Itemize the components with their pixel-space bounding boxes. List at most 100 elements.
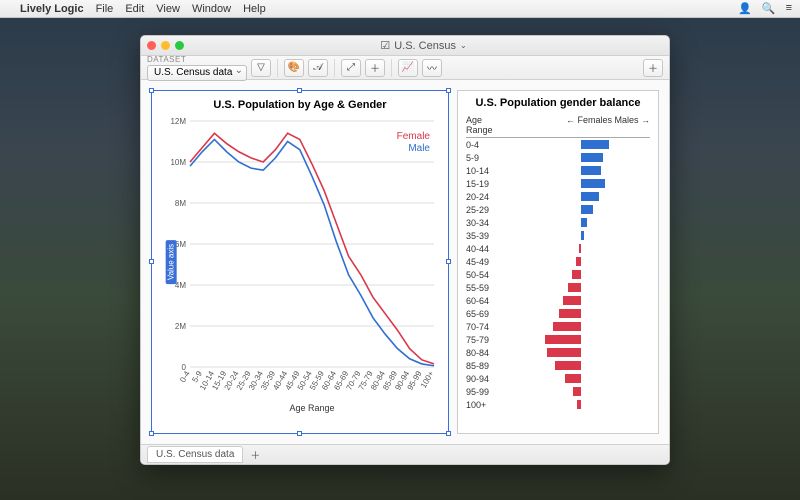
resize-handle[interactable]	[446, 431, 451, 436]
close-button[interactable]	[147, 41, 156, 50]
resize-handle[interactable]	[149, 88, 154, 93]
user-icon[interactable]: 👤	[738, 2, 752, 15]
age-label: 100+	[466, 400, 511, 410]
menu-window[interactable]: Window	[192, 3, 231, 15]
balance-bar	[511, 166, 650, 175]
age-label: 75-79	[466, 335, 511, 345]
age-label: 5-9	[466, 153, 511, 163]
add-element-button[interactable]: ＋	[365, 59, 385, 77]
balance-bar	[511, 296, 650, 305]
resize-handle[interactable]	[446, 259, 451, 264]
age-label: 80-84	[466, 348, 511, 358]
balance-bar	[511, 153, 650, 162]
balance-row: 35-39	[466, 229, 650, 242]
svg-text:Age Range: Age Range	[289, 403, 334, 413]
dataset-select-value: U.S. Census data	[154, 67, 232, 78]
sheet-tab[interactable]: U.S. Census data	[147, 446, 243, 463]
separator	[334, 59, 335, 77]
balance-bar	[511, 218, 650, 227]
age-label: 10-14	[466, 166, 511, 176]
add-panel-button[interactable]: ＋	[643, 59, 663, 77]
age-label: 70-74	[466, 322, 511, 332]
resize-handle[interactable]	[149, 431, 154, 436]
balance-bar	[511, 257, 650, 266]
line-chart: 02M4M6M8M10M12M0-45-910-1415-1920-2425-2…	[160, 115, 440, 415]
balance-bar	[511, 244, 650, 253]
age-label: 35-39	[466, 231, 511, 241]
age-label: 85-89	[466, 361, 511, 371]
balance-bar	[511, 205, 650, 214]
minimize-button[interactable]	[161, 41, 170, 50]
age-label: 30-34	[466, 218, 511, 228]
age-label: 55-59	[466, 283, 511, 293]
svg-text:2M: 2M	[175, 322, 186, 331]
sheet-tabs: U.S. Census data ＋	[141, 444, 669, 464]
balance-bar	[511, 270, 650, 279]
chart-type-smooth-button[interactable]: 〰	[422, 59, 442, 77]
balance-bar	[511, 192, 650, 201]
age-label: 25-29	[466, 205, 511, 215]
balance-row: 55-59	[466, 281, 650, 294]
y-axis-label-badge[interactable]: Value axis	[166, 240, 177, 284]
menu-file[interactable]: File	[96, 3, 114, 15]
header-age: Age Range	[466, 115, 511, 135]
list-icon[interactable]: ≡	[786, 2, 792, 15]
balance-row: 80-84	[466, 346, 650, 359]
menu-help[interactable]: Help	[243, 3, 266, 15]
balance-bar	[511, 361, 650, 370]
balance-row: 95-99	[466, 385, 650, 398]
resize-handle[interactable]	[297, 88, 302, 93]
age-label: 20-24	[466, 192, 511, 202]
balance-row: 5-9	[466, 151, 650, 164]
menu-edit[interactable]: Edit	[125, 3, 144, 15]
svg-text:Female: Female	[397, 131, 431, 142]
age-label: 40-44	[466, 244, 511, 254]
balance-row: 65-69	[466, 307, 650, 320]
search-icon[interactable]: 🔍	[762, 2, 776, 15]
titlebar[interactable]: ☑︎ U.S. Census ⌄	[141, 36, 669, 56]
document-window: ☑︎ U.S. Census ⌄ DATASET U.S. Census dat…	[140, 35, 670, 465]
age-label: 60-64	[466, 296, 511, 306]
balance-bar	[511, 400, 650, 409]
add-sheet-button[interactable]: ＋	[247, 447, 263, 462]
balance-row: 10-14	[466, 164, 650, 177]
balance-bar	[511, 387, 650, 396]
chart-panel-balance[interactable]: U.S. Population gender balance Age Range…	[457, 90, 659, 434]
style-palette-button[interactable]: 🎨	[284, 59, 304, 77]
app-name[interactable]: Lively Logic	[20, 3, 84, 15]
balance-bar	[511, 231, 650, 240]
balance-row: 15-19	[466, 177, 650, 190]
fit-button[interactable]: ⤢	[341, 59, 361, 77]
chart-panel-line[interactable]: Value axis U.S. Population by Age & Gend…	[151, 90, 449, 434]
balance-row: 85-89	[466, 359, 650, 372]
header-fm: ← Females Males →	[566, 115, 650, 135]
balance-row: 20-24	[466, 190, 650, 203]
proxy-icon: ☑︎	[380, 39, 390, 52]
menubar: Lively Logic File Edit View Window Help …	[0, 0, 800, 18]
balance-bar	[511, 179, 650, 188]
balance-bar	[511, 283, 650, 292]
zoom-button[interactable]	[175, 41, 184, 50]
balance-row: 90-94	[466, 372, 650, 385]
chart-type-line-button[interactable]: 📈	[398, 59, 418, 77]
resize-handle[interactable]	[446, 88, 451, 93]
balance-row: 45-49	[466, 255, 650, 268]
balance-bar	[511, 335, 650, 344]
balance-row: 50-54	[466, 268, 650, 281]
dataset-select[interactable]: U.S. Census data	[147, 65, 247, 81]
age-label: 95-99	[466, 387, 511, 397]
svg-text:8M: 8M	[175, 199, 186, 208]
svg-text:10M: 10M	[170, 158, 186, 167]
title-dropdown-icon[interactable]: ⌄	[460, 41, 467, 50]
fonts-button[interactable]: 𝒜	[308, 59, 328, 77]
balance-bar	[511, 140, 650, 149]
dataset-label: DATASET	[147, 55, 247, 64]
filter-button[interactable]: ▽	[251, 59, 271, 77]
resize-handle[interactable]	[149, 259, 154, 264]
age-label: 90-94	[466, 374, 511, 384]
chart-title: U.S. Population by Age & Gender	[160, 99, 440, 111]
resize-handle[interactable]	[297, 431, 302, 436]
age-label: 45-49	[466, 257, 511, 267]
menu-view[interactable]: View	[156, 3, 180, 15]
balance-bar	[511, 309, 650, 318]
